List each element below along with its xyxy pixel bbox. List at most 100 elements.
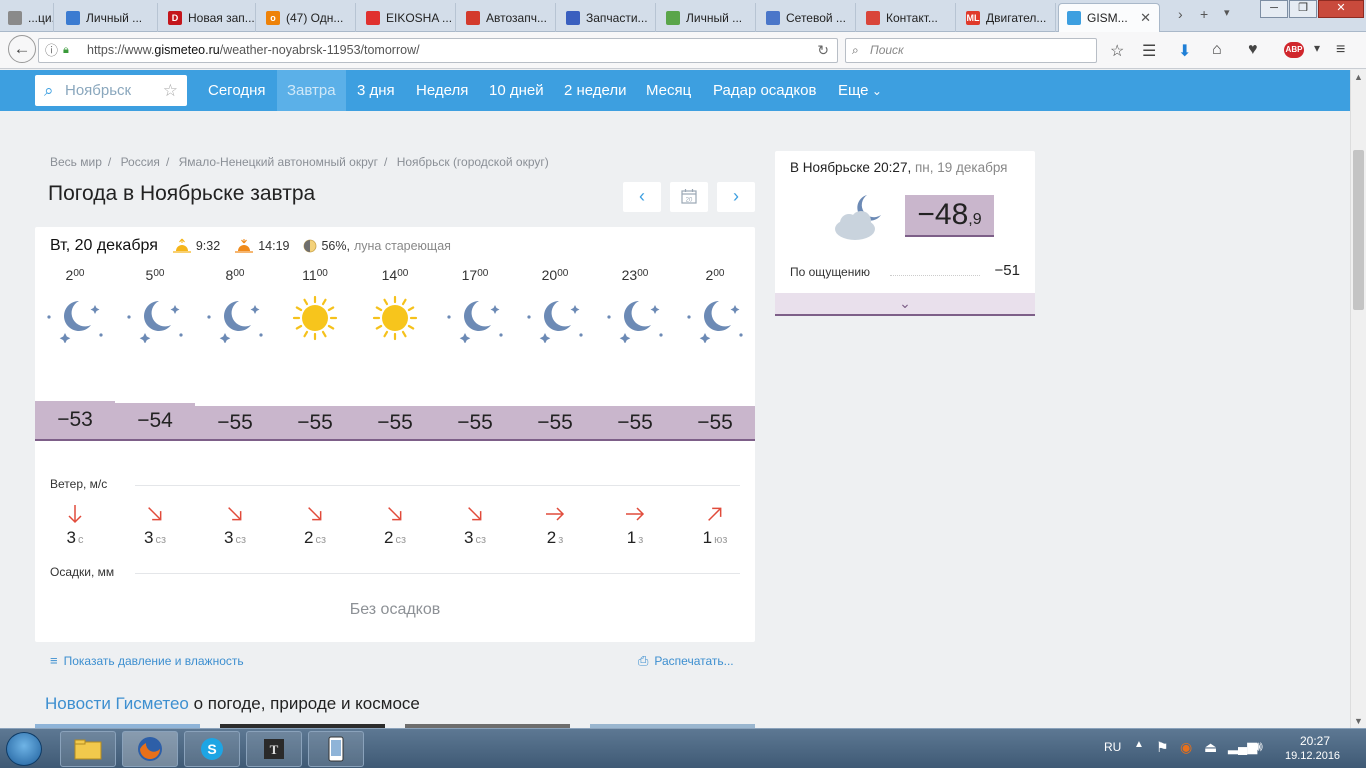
scrollbar-thumb[interactable] [1353, 150, 1364, 310]
pocket-icon[interactable]: ♥ [1248, 41, 1258, 59]
next-day-button[interactable]: › [717, 182, 755, 212]
skype-taskbar-icon[interactable]: S [184, 731, 240, 767]
sun-icon [292, 295, 338, 341]
breadcrumb-item[interactable]: Россия [121, 155, 160, 169]
browser-tab[interactable]: GISM... ✕ [1058, 3, 1160, 32]
breadcrumb-item[interactable]: Весь мир [50, 155, 102, 169]
nav-menu-item[interactable]: Неделя [406, 70, 478, 111]
reload-icon[interactable]: ↻ [817, 39, 829, 62]
wind-speed: 3 [66, 528, 76, 547]
wind-direction: сз [315, 534, 326, 546]
window-close-button[interactable]: ✕ [1318, 0, 1364, 18]
minimize-button[interactable]: ─ [1260, 0, 1288, 18]
scroll-down-icon[interactable]: ▼ [1354, 716, 1363, 726]
sun-icon [372, 295, 418, 341]
clock-date[interactable]: 19.12.2016 [1285, 750, 1340, 762]
hour-time: 2300 [595, 267, 675, 287]
url-bar[interactable]: ⓘ 🔒︎ https://www.gismeteo.ru/weather-noy… [38, 38, 838, 63]
tab-scroll-right-icon[interactable]: › [1178, 6, 1183, 22]
hour-value: 17 [461, 267, 478, 283]
current-weather-date: пн, 19 декабря [911, 160, 1008, 175]
feels-like-row: По ощущению −51 [790, 262, 1020, 279]
downloads-icon[interactable]: ⬇ [1178, 41, 1191, 61]
menu-hamburger-icon[interactable]: ≡ [1336, 41, 1345, 59]
adblock-icon[interactable]: ABP [1284, 42, 1304, 58]
antivirus-tray-icon[interactable]: ◉ [1180, 739, 1192, 756]
browser-search-box[interactable]: ⌕ Поиск [845, 38, 1097, 63]
world-of-tanks-taskbar-icon[interactable]: T [246, 731, 302, 767]
breadcrumb-item[interactable]: Ноябрьск (городской округ) [397, 155, 549, 169]
back-button[interactable]: ← [8, 35, 36, 63]
browser-tab[interactable]: D Новая зап... [160, 3, 256, 32]
hour-time: 500 [115, 267, 195, 287]
print-link[interactable]: ⎙ Распечатать... [638, 653, 734, 669]
prev-day-button[interactable]: ‹ [623, 182, 661, 212]
tab-favicon-icon: о [266, 10, 280, 25]
nav-menu-item[interactable]: 2 недели [554, 70, 637, 111]
tab-close-icon[interactable]: ✕ [1140, 10, 1151, 26]
browser-tab[interactable]: Личный ... [658, 3, 756, 32]
hour-time: 1100 [275, 267, 355, 287]
volume-icon[interactable]: 🔊︎ [1254, 738, 1263, 755]
show-pressure-link[interactable]: ≡ Показать давление и влажность [50, 653, 244, 668]
wind-speed: 1 [702, 528, 713, 547]
home-icon[interactable]: ⌂ [1212, 41, 1222, 59]
favorite-star-icon[interactable]: ☆ [163, 75, 178, 106]
input-language[interactable]: RU [1104, 740, 1121, 754]
network-signal-icon[interactable]: ▂▄▆ [1228, 739, 1257, 755]
nav-menu-item[interactable]: 10 дней [479, 70, 554, 111]
tab-label: Личный ... [686, 10, 743, 25]
browser-tab[interactable]: Личный ... [58, 3, 158, 32]
calendar-button[interactable]: 20 [670, 182, 708, 212]
wind-arrow-icon [626, 507, 645, 521]
temperature-cell: −55 [435, 406, 515, 441]
extension-dropdown-icon[interactable]: ▾ [1314, 41, 1320, 55]
expand-current-weather-button[interactable]: ⌄ [775, 293, 1035, 316]
info-icon[interactable]: ⓘ [45, 39, 58, 62]
browser-tab[interactable]: Автозапч... [458, 3, 556, 32]
hour-column: 2300 [595, 267, 675, 349]
browser-tab[interactable]: Сетевой ... [758, 3, 856, 32]
hour-time: 200 [675, 267, 755, 287]
phone-icon [328, 736, 344, 762]
tab-favicon-icon [66, 10, 80, 25]
start-button[interactable] [6, 732, 42, 766]
nav-menu-item[interactable]: Завтра [277, 70, 346, 111]
tab-label: Личный ... [86, 10, 143, 25]
nav-menu-item[interactable]: Сегодня [198, 70, 276, 111]
phone-app-taskbar-icon[interactable] [308, 731, 364, 767]
nav-menu-item[interactable]: Радар осадков [703, 70, 826, 111]
scroll-up-icon[interactable]: ▲ [1354, 72, 1363, 82]
nav-menu-item[interactable]: Еще ⌄ [828, 70, 892, 111]
wind-column: 2з [515, 502, 595, 548]
action-center-flag-icon[interactable]: ⚑ [1156, 739, 1169, 756]
printer-icon: ⎙ [638, 653, 649, 668]
reading-list-icon[interactable]: ☰ [1142, 41, 1156, 61]
explorer-taskbar-icon[interactable] [60, 731, 116, 767]
browser-tab[interactable]: ...ци... [0, 3, 54, 32]
show-hidden-icons[interactable]: ▲ [1134, 739, 1144, 750]
browser-tab[interactable]: EIKOSHA ... [358, 3, 456, 32]
hour-value: 14 [381, 267, 398, 283]
night-moon-stars-icon [207, 301, 263, 343]
new-tab-button[interactable]: + [1200, 6, 1208, 22]
usb-tray-icon[interactable]: ⏏ [1204, 739, 1217, 756]
city-search-input[interactable]: ⌕ Ноябрьск ☆ [35, 75, 187, 106]
breadcrumb-item[interactable]: Ямало-Ненецкий автономный округ [179, 155, 378, 169]
firefox-taskbar-icon[interactable] [122, 731, 178, 767]
maximize-button[interactable]: ❐ [1289, 0, 1317, 18]
browser-tab[interactable]: о (47) Одн... [258, 3, 356, 32]
tab-favicon-icon [366, 10, 380, 25]
bookmark-star-icon[interactable]: ☆ [1110, 41, 1124, 61]
browser-tab[interactable]: Запчасти... [558, 3, 656, 32]
nav-menu-item[interactable]: 3 дня [347, 70, 405, 111]
minute-value: 00 [153, 268, 165, 279]
tab-list-button[interactable]: ▾ [1224, 6, 1230, 19]
browser-tab[interactable]: ML Двигател... [958, 3, 1056, 32]
page-scrollbar[interactable]: ▲ ▼ [1350, 70, 1366, 728]
nav-menu-item[interactable]: Месяц [636, 70, 701, 111]
browser-tab[interactable]: Контакт... [858, 3, 956, 32]
wind-direction: сз [395, 534, 406, 546]
news-title-link[interactable]: Новости Гисметео [45, 694, 189, 713]
clock-time[interactable]: 20:27 [1300, 734, 1330, 748]
